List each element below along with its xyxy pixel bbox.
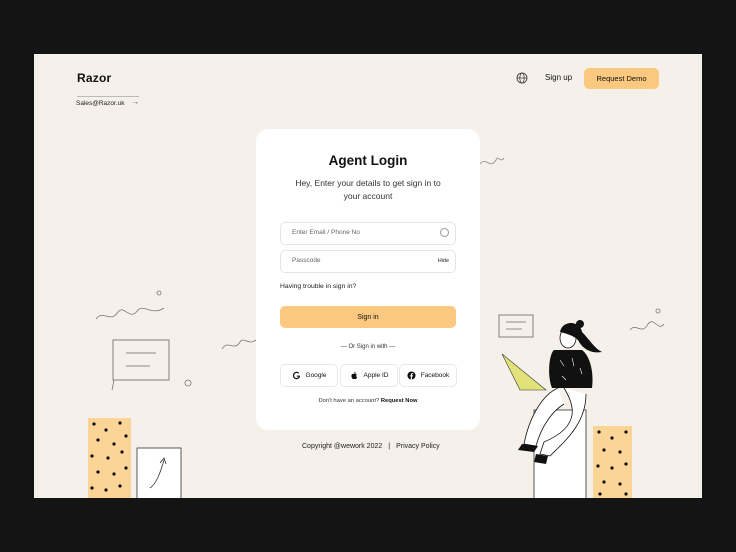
privacy-policy-link[interactable]: Privacy Policy [396,443,440,450]
login-title: Agent Login [328,153,408,168]
page-frame: Razor Sales@Razor.uk → Sign up Request D… [34,54,702,498]
signin-button[interactable]: Sign in [280,306,456,328]
google-label: Google [305,372,327,379]
google-icon [292,371,300,380]
login-subtitle: Hey, Enter your details to get sign in t… [295,178,441,201]
google-button[interactable]: Google [280,364,338,387]
globe-icon[interactable] [516,72,528,84]
email-placeholder: Enter Email / Phone No [292,229,360,236]
passcode-field[interactable]: Passcode Hide [280,250,456,273]
facebook-icon [407,371,416,380]
no-account-label: Don't have an account? [318,398,380,404]
hide-toggle[interactable]: Hide [438,258,449,264]
apple-icon [350,371,357,380]
footer-separator: | [388,443,391,450]
request-demo-button[interactable]: Request Demo [584,68,659,89]
request-now-link[interactable]: Request Now [381,398,418,404]
copyright-text: Copyright @wework 2022 [302,443,383,450]
email-field[interactable]: Enter Email / Phone No [280,222,456,245]
facebook-label: Facebook [420,372,450,379]
sales-email-link[interactable]: Sales@Razor.uk [76,100,125,107]
apple-label: Apple ID [363,372,389,379]
login-card: Agent Login Hey, Enter your details to g… [256,129,480,430]
divider [77,96,139,97]
or-divider: — Or Sign in with — [340,344,396,350]
facebook-button[interactable]: Facebook [399,364,457,387]
no-account-text: Don't have an account? Request Now [256,398,480,404]
apple-button[interactable]: Apple ID [340,364,398,387]
footer: Copyright @wework 2022 | Privacy Policy [302,443,440,450]
trouble-link[interactable]: Having trouble in sign in? [280,283,356,290]
arrow-right-icon[interactable]: → [132,99,139,106]
signup-link[interactable]: Sign up [545,73,572,82]
passcode-placeholder: Passcode [292,257,321,264]
brand-logo[interactable]: Razor [77,71,111,85]
radio-icon[interactable] [440,228,449,237]
